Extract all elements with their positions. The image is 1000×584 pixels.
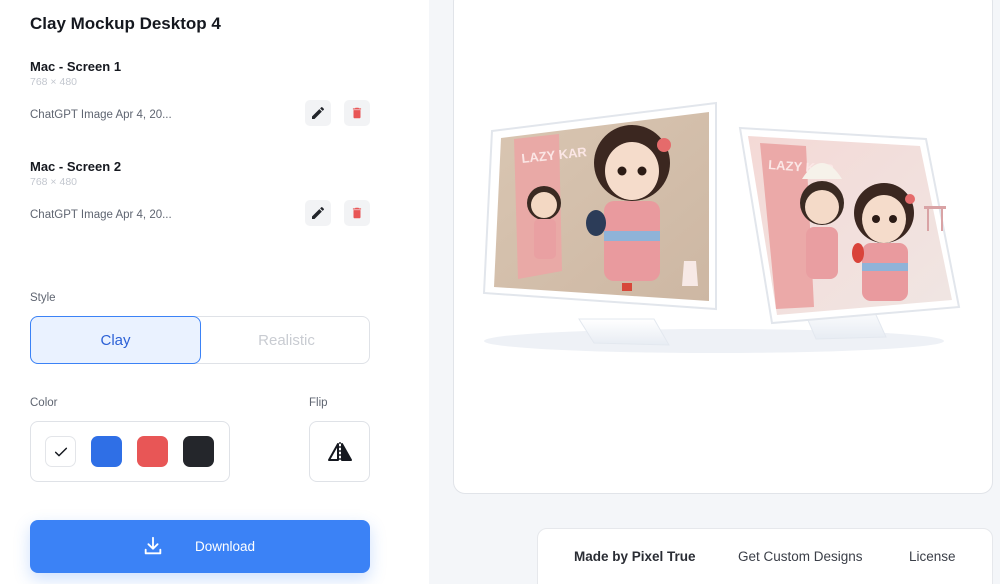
- footer-links: Made by Pixel True Get Custom Designs Li…: [537, 528, 993, 584]
- mockup-preview: LAZY KAR LAZY KAR: [453, 0, 993, 494]
- color-label: Color: [30, 397, 58, 409]
- color-swatch-blue[interactable]: [91, 436, 122, 467]
- pencil-icon: [312, 206, 325, 219]
- color-swatch-white[interactable]: [45, 436, 76, 467]
- made-by-link[interactable]: Made by Pixel True: [574, 549, 696, 564]
- monitor-1: LAZY KAR: [482, 101, 717, 346]
- screen-file-name: ChatGPT Image Apr 4, 20...: [30, 209, 172, 221]
- style-label: Style: [30, 292, 56, 304]
- color-swatch-red[interactable]: [137, 436, 168, 467]
- style-option-realistic[interactable]: Realistic: [201, 316, 372, 364]
- screen-item-1: Mac - Screen 1 768 × 480 ChatGPT Image A…: [30, 59, 370, 139]
- style-option-clay[interactable]: Clay: [30, 316, 201, 364]
- screen-dimensions: 768 × 480: [30, 176, 78, 188]
- flip-horizontal-icon: [327, 441, 352, 462]
- trash-icon: [352, 107, 362, 119]
- screen-name: Mac - Screen 2: [30, 159, 122, 174]
- screen-dimensions: 768 × 480: [30, 76, 78, 88]
- download-label: Download: [195, 539, 256, 554]
- trash-icon: [352, 207, 362, 219]
- license-link[interactable]: License: [909, 549, 956, 564]
- monitor-2: LAZY KAR: [738, 126, 961, 340]
- flip-label: Flip: [309, 397, 328, 409]
- settings-panel: Clay Mockup Desktop 4 Mac - Screen 1 768…: [0, 0, 429, 584]
- screen-item-2: Mac - Screen 2 768 × 480 ChatGPT Image A…: [30, 159, 370, 239]
- desktop-mockup-image: LAZY KAR LAZY KAR: [482, 101, 961, 353]
- download-button[interactable]: Download: [30, 520, 370, 573]
- edit-screen-1-button[interactable]: [305, 100, 331, 126]
- delete-screen-2-button[interactable]: [344, 200, 370, 226]
- page-title: Clay Mockup Desktop 4: [30, 14, 221, 33]
- pencil-icon: [312, 106, 325, 119]
- screen-name: Mac - Screen 1: [30, 59, 122, 74]
- download-icon: [144, 536, 162, 555]
- screen-file-name: ChatGPT Image Apr 4, 20...: [30, 109, 172, 121]
- flip-button[interactable]: [309, 421, 370, 482]
- delete-screen-1-button[interactable]: [344, 100, 370, 126]
- edit-screen-2-button[interactable]: [305, 200, 331, 226]
- color-swatch-black[interactable]: [183, 436, 214, 467]
- custom-designs-link[interactable]: Get Custom Designs: [738, 549, 863, 564]
- check-icon: [54, 447, 67, 456]
- style-selector: Clay Realistic: [30, 316, 370, 364]
- color-picker: [30, 421, 230, 482]
